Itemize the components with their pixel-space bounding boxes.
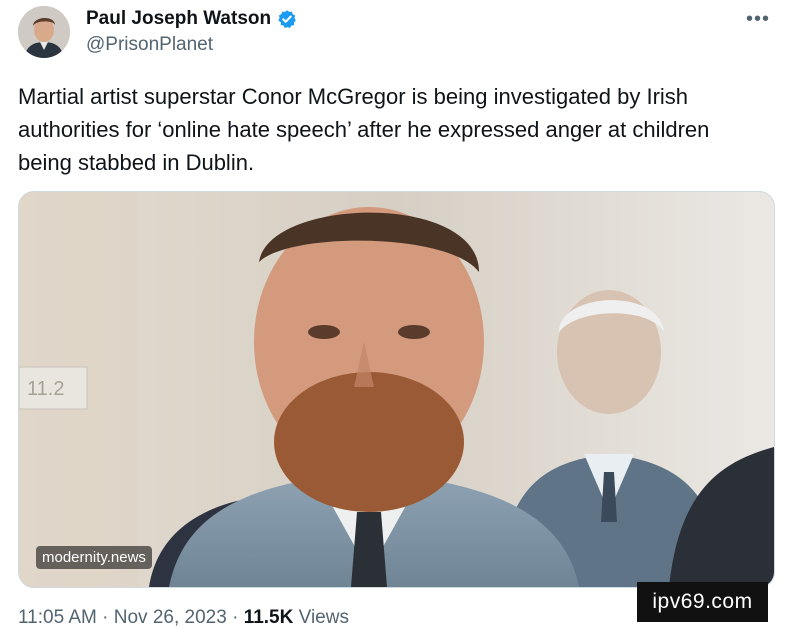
tweet-text: Martial artist superstar Conor McGregor … bbox=[18, 84, 710, 175]
watermark: ipv69.com bbox=[637, 582, 768, 622]
tweet-card: Paul Joseph Watson @PrisonPlanet ••• Mar… bbox=[0, 0, 792, 643]
separator: · bbox=[102, 607, 109, 628]
media-photo: 11.2 bbox=[19, 192, 774, 587]
tweet-metadata: 11:05 AM · Nov 26, 2023 · 11.5K Views bbox=[18, 607, 349, 629]
author-handle[interactable]: @PrisonPlanet bbox=[86, 34, 297, 56]
author-display-name[interactable]: Paul Joseph Watson bbox=[86, 8, 271, 30]
tweet-date[interactable]: Nov 26, 2023 bbox=[114, 607, 227, 628]
wall-sign-text: 11.2 bbox=[27, 378, 64, 400]
views-count[interactable]: 11.5K bbox=[244, 607, 294, 628]
verified-badge-icon bbox=[277, 9, 297, 29]
author-block: Paul Joseph Watson @PrisonPlanet bbox=[86, 6, 297, 56]
avatar[interactable] bbox=[18, 6, 70, 58]
separator: · bbox=[232, 607, 239, 628]
views-label: Views bbox=[298, 607, 349, 628]
tweet-time[interactable]: 11:05 AM bbox=[18, 607, 97, 628]
avatar-photo bbox=[18, 6, 70, 58]
media-source-tag: modernity.news bbox=[36, 546, 152, 569]
more-options-icon[interactable]: ••• bbox=[746, 8, 770, 31]
tweet-media[interactable]: 11.2 modernity.news bbox=[18, 191, 775, 588]
